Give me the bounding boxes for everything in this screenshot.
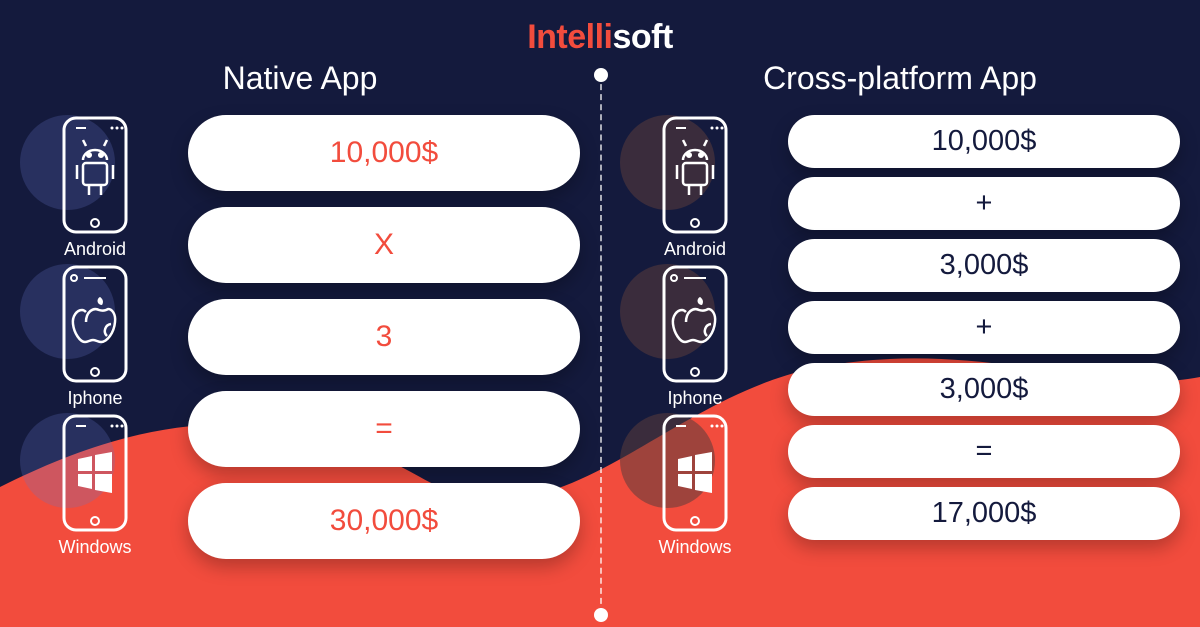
phone-iphone: Iphone [20,264,170,409]
native-column: Native App [20,60,580,562]
divider-dot-top [594,68,608,82]
windows-phone-icon [656,413,734,533]
phone-windows: Windows [20,413,170,558]
native-title: Native App [20,60,580,97]
iphone-phone-icon [656,264,734,384]
native-pills: 10,000$ X 3 = 30,000$ [188,115,580,559]
pill-value: 3 [188,299,580,375]
pill-result: 17,000$ [788,487,1180,540]
pill-value: 10,000$ [788,115,1180,168]
phone-android: Android [620,115,770,260]
phone-label: Windows [658,537,731,558]
pill-result: 30,000$ [188,483,580,559]
phone-windows: Windows [620,413,770,558]
brand-rest: soft [612,18,672,56]
windows-phone-icon [56,413,134,533]
phone-label: Android [64,239,126,260]
phone-label: Windows [58,537,131,558]
phone-iphone: Iphone [620,264,770,409]
cross-column: Cross-platform App [620,60,1180,562]
pill-operator: + [788,177,1180,230]
pill-operator: + [788,301,1180,354]
brand-accent: Intelli [527,18,612,56]
divider-dot-bottom [594,608,608,622]
phone-label: Iphone [67,388,122,409]
pill-operator: = [788,425,1180,478]
pill-value: 10,000$ [188,115,580,191]
native-phones: Android Iphone [20,115,170,562]
phone-label: Iphone [667,388,722,409]
iphone-phone-icon [56,264,134,384]
phone-android: Android [20,115,170,260]
phone-label: Android [664,239,726,260]
pill-value: 3,000$ [788,363,1180,416]
cross-phones: Android Iphone [620,115,770,562]
pill-operator: = [188,391,580,467]
cross-pills: 10,000$ + 3,000$ + 3,000$ = 17,000$ [788,115,1180,540]
center-divider [600,74,602,614]
android-phone-icon [56,115,134,235]
pill-value: 3,000$ [788,239,1180,292]
pill-operator: X [188,207,580,283]
brand-logo: Intellisoft [527,18,673,57]
cross-title: Cross-platform App [620,60,1180,97]
android-phone-icon [656,115,734,235]
